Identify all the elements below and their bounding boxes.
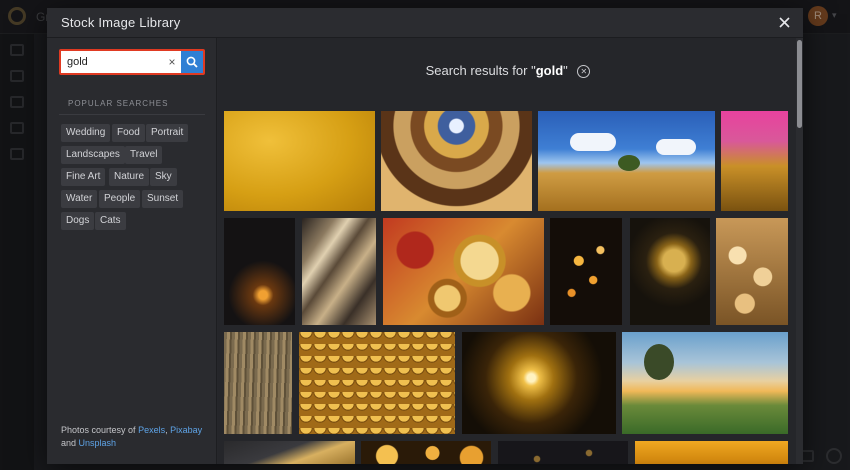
tag-travel[interactable]: Travel [125,146,163,164]
pexels-link[interactable]: Pexels [138,425,165,435]
modal-title: Stock Image Library [61,15,181,30]
oil-bubbles-thumbnail[interactable] [383,218,544,325]
gold-curves-thumbnail[interactable] [302,218,376,325]
credits-and: and [61,438,77,448]
tag-sky[interactable]: Sky [150,168,177,186]
search-input[interactable] [61,51,179,73]
photo-credits: Photos courtesy of Pexels, Pixabay and U… [61,424,211,450]
divider [59,114,205,115]
tag-sunset[interactable]: Sunset [142,190,184,208]
credits-separator: , [165,425,168,435]
clear-circle-icon[interactable]: ✕ [577,65,591,78]
tag-people[interactable]: People [99,190,141,208]
tag-portrait[interactable]: Portrait [146,124,189,142]
search-sidebar: × POPULAR SEARCHES Wedding Food Portrait… [47,38,217,464]
cathedral-dome-thumbnail[interactable] [381,111,532,211]
modal-header: Stock Image Library [47,8,803,38]
bokeh-lights-thumbnail[interactable] [550,218,622,325]
golden-glow-thumbnail[interactable] [635,441,788,464]
results-suffix: " [563,63,568,78]
scrollbar-thumb[interactable] [797,40,802,128]
tag-dogs[interactable]: Dogs [61,212,95,230]
tag-food[interactable]: Food [112,124,145,142]
unsplash-link[interactable]: Unsplash [79,438,117,448]
tree-shape [644,344,674,380]
results-prefix: Search results for " [425,63,536,78]
dark-sparks-thumbnail[interactable] [224,218,295,325]
results-scrollbar[interactable] [796,38,803,464]
search-icon [186,56,198,68]
gold-bokeh-thumbnail[interactable] [361,441,491,464]
tag-water[interactable]: Water [61,190,98,208]
results-query: gold [535,63,564,78]
pixabay-link[interactable]: Pixabay [170,425,202,435]
tag-cats[interactable]: Cats [95,212,126,230]
gold-scales-thumbnail[interactable] [299,332,455,434]
tag-wedding[interactable]: Wedding [61,124,111,142]
search-box: × [59,49,205,75]
wheat-field-sky-thumbnail[interactable] [538,111,715,211]
gramophone-thumbnail[interactable] [630,218,710,325]
gold-pearls-thumbnail[interactable] [716,218,788,325]
tag-nature[interactable]: Nature [109,168,150,186]
credits-prefix: Photos courtesy of [61,425,136,435]
tree-bark-thumbnail[interactable] [224,332,292,434]
dark-particles-thumbnail[interactable] [498,441,628,464]
gold-bar-thumbnail[interactable] [224,441,355,464]
gold-glitter-thumbnail[interactable] [721,111,788,211]
misty-field-sunrise-thumbnail[interactable] [622,332,788,434]
results-heading: Search results for "gold" ✕ [218,63,798,78]
results-pane: Search results for "gold" ✕ [218,38,803,464]
tag-fine-art[interactable]: Fine Art [61,168,106,186]
popular-searches-heading: POPULAR SEARCHES [68,99,169,108]
tag-landscapes[interactable]: Landscapes [61,146,125,164]
close-icon [778,17,790,28]
tree-shape [618,155,640,171]
gold-fireworks-thumbnail[interactable] [462,332,616,434]
close-button[interactable] [773,12,795,34]
stock-image-library-modal: Stock Image Library × POPULAR SEARCHES W… [47,8,803,464]
gold-texture-thumbnail[interactable] [224,111,375,211]
cloud-shape [570,133,616,151]
cloud-shape [656,139,696,155]
search-button[interactable] [181,51,203,73]
clear-search-button[interactable]: × [165,53,179,71]
